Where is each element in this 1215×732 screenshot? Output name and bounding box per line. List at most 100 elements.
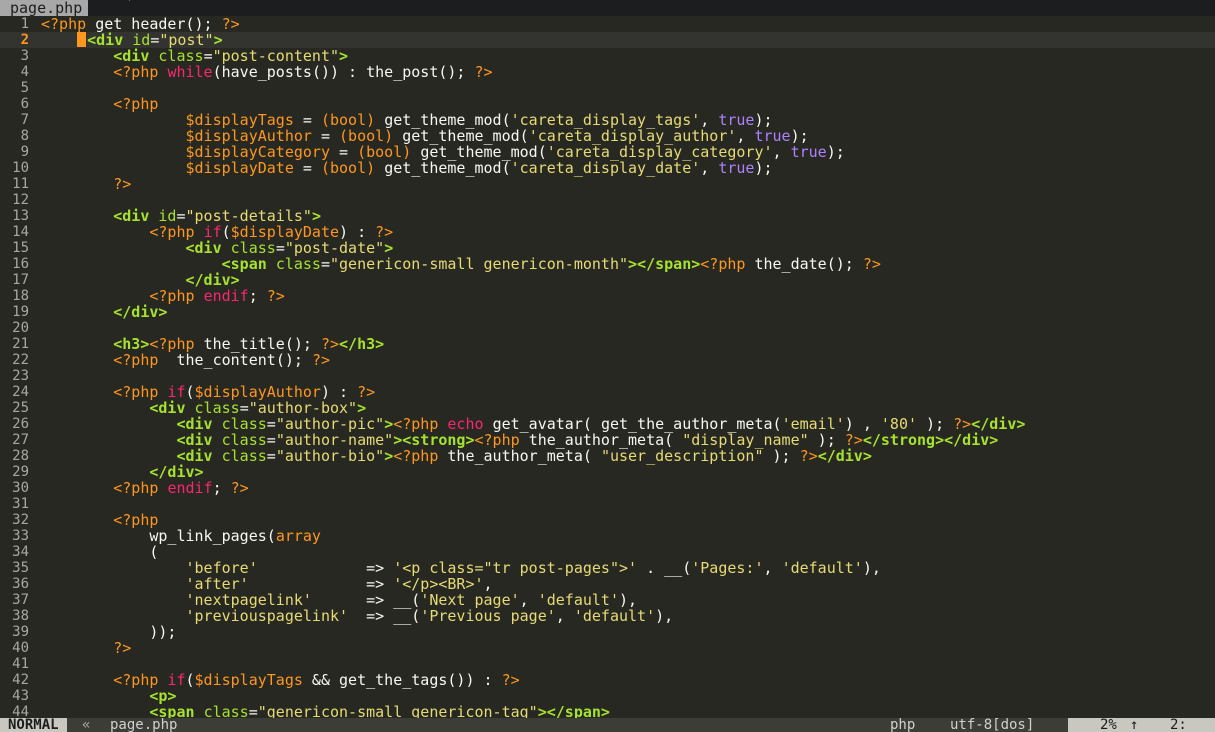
line-number: 25	[12, 400, 29, 416]
code-token: ));	[149, 623, 177, 641]
code-token: class	[275, 255, 321, 273]
code-token: ?>	[311, 351, 330, 369]
code-token: 'previouspagelink'	[185, 607, 349, 625]
code-token: ,	[772, 143, 791, 161]
code-line[interactable]: 11 ?>	[0, 176, 1215, 192]
code-line[interactable]: 7 $displayTags = (bool) get_theme_mod('c…	[0, 112, 1215, 128]
code-line[interactable]: 3 <div class="post-content">	[0, 48, 1215, 64]
code-line[interactable]: 29 </div>	[0, 464, 1215, 480]
code-line[interactable]: 36 'after' => '</p><BR>',	[0, 576, 1215, 592]
code-line[interactable]: 16 <span class="genericon-small generico…	[0, 256, 1215, 272]
code-line[interactable]: 1 <?php get_header(); ?>	[0, 16, 1215, 32]
line-number: 30	[12, 480, 29, 496]
code-line[interactable]: 42 <?php if($displayTags && get_the_tags…	[0, 672, 1215, 688]
code-token: =>	[366, 607, 394, 625]
code-line[interactable]: 38 'previouspagelink' => __('Previous pa…	[0, 608, 1215, 624]
code-token: <?php	[113, 351, 168, 369]
code-token: the_post	[366, 63, 439, 81]
code-line[interactable]: 9 $displayCategory = (bool) get_theme_mo…	[0, 144, 1215, 160]
code-token: </div>	[817, 447, 872, 465]
line-code: <div class="author-name"><strong><?php t…	[41, 432, 998, 448]
code-token: ?>	[266, 287, 285, 305]
line-code: <span class="genericon-small genericon-m…	[41, 256, 881, 272]
code-line[interactable]: 4 <?php while(have_posts()) : the_post()…	[0, 64, 1215, 80]
code-token: <?php	[700, 255, 755, 273]
code-line[interactable]: 17 </div>	[0, 272, 1215, 288]
code-line[interactable]: 23	[0, 368, 1215, 384]
line-number: 43	[12, 688, 29, 704]
code-line[interactable]: 10 $displayDate = (bool) get_theme_mod('…	[0, 160, 1215, 176]
code-token: the_author_meta	[447, 447, 583, 465]
code-token: true	[790, 143, 827, 161]
code-token: </strong>	[862, 431, 945, 449]
code-token: </h3>	[339, 335, 385, 353]
line-number: 4	[20, 64, 29, 80]
code-line[interactable]: 21 <h3><?php the_title(); ?></h3>	[0, 336, 1215, 352]
code-line[interactable]: 5	[0, 80, 1215, 96]
code-token: __	[393, 607, 412, 625]
code-token: );	[826, 143, 845, 161]
line-code: 'nextpagelink' => __('Next page', 'defau…	[41, 592, 638, 608]
code-line[interactable]: 8 $displayAuthor = (bool) get_theme_mod(…	[0, 128, 1215, 144]
code-line[interactable]: 2 <div id="post">	[0, 32, 1215, 48]
code-line[interactable]: 25 <div class="author-box">	[0, 400, 1215, 416]
code-line[interactable]: 33 wp_link_pages(array	[0, 528, 1215, 544]
line-number: 9	[20, 144, 29, 160]
line-code: <?php if($displayDate) : ?>	[41, 224, 393, 240]
line-code: <?php if($displayTags && get_the_tags())…	[41, 671, 519, 689]
code-line[interactable]: 14 <?php if($displayDate) : ?>	[0, 224, 1215, 240]
code-line[interactable]: 37 'nextpagelink' => __('Next page', 'de…	[0, 592, 1215, 608]
code-line[interactable]: 20	[0, 320, 1215, 336]
code-line[interactable]: 30 <?php endif; ?>	[0, 480, 1215, 496]
code-line[interactable]: 19 </div>	[0, 304, 1215, 320]
code-token: have_posts	[221, 63, 312, 81]
code-line[interactable]: 28 <div class="author-bio"><?php the_aut…	[0, 448, 1215, 464]
code-line[interactable]: 26 <div class="author-pic"><?php echo ge…	[0, 416, 1215, 432]
code-line[interactable]: 40 ?>	[0, 640, 1215, 656]
line-code: $displayCategory = (bool) get_theme_mod(…	[41, 144, 845, 160]
code-token: (	[682, 559, 692, 577]
code-line[interactable]: 24 <?php if($displayAuthor) : ?>	[0, 384, 1215, 400]
code-token: >	[384, 447, 394, 465]
code-line[interactable]: 6 <?php	[0, 96, 1215, 112]
code-token: ()) :	[447, 671, 502, 689]
code-token: (	[501, 159, 511, 177]
code-token: "user_description"	[600, 447, 764, 465]
tab-page-php[interactable]: page.php	[0, 0, 89, 16]
code-token: 'default'	[781, 559, 863, 577]
code-line[interactable]: 32 <?php	[0, 512, 1215, 528]
line-number: 34	[12, 544, 29, 560]
editor-buffer[interactable]: 1 <?php get_header(); ?> 2 <div id="post">…	[0, 16, 1215, 720]
code-token: <?php	[113, 63, 168, 81]
code-line[interactable]: 12	[0, 192, 1215, 208]
code-line[interactable]: 15 <div class="post-date">	[0, 240, 1215, 256]
line-number: 28	[12, 448, 29, 464]
code-line[interactable]: 39 ));	[0, 624, 1215, 640]
line-number: 21	[12, 336, 29, 352]
code-line[interactable]: 41	[0, 656, 1215, 672]
line-number: 22	[12, 352, 29, 368]
code-token: 'Previous page'	[420, 607, 556, 625]
line-code: <?php the_content(); ?>	[41, 352, 330, 368]
code-token: ()) :	[311, 63, 367, 81]
code-token: </div>	[944, 431, 999, 449]
code-token: __	[664, 559, 683, 577]
line-code: </div>	[41, 272, 240, 288]
line-number: 26	[12, 416, 29, 432]
code-token: array	[275, 527, 321, 545]
code-line[interactable]: 22 <?php the_content(); ?>	[0, 352, 1215, 368]
code-line[interactable]: 34 (	[0, 544, 1215, 560]
code-line[interactable]: 27 <div class="author-name"><strong><?ph…	[0, 432, 1215, 448]
code-line[interactable]: 31	[0, 496, 1215, 512]
code-token: $displayDate	[185, 159, 294, 177]
line-number: 1	[20, 16, 29, 32]
code-line[interactable]: 18 <?php endif; ?>	[0, 288, 1215, 304]
code-line[interactable]: 13 <div id="post-details">	[0, 208, 1215, 224]
code-line[interactable]: 35 'before' => '<p class="tr post-pages"…	[0, 560, 1215, 576]
code-token: ?>	[113, 639, 132, 657]
code-line[interactable]: 43 <p>	[0, 688, 1215, 704]
code-token: ,	[555, 607, 574, 625]
